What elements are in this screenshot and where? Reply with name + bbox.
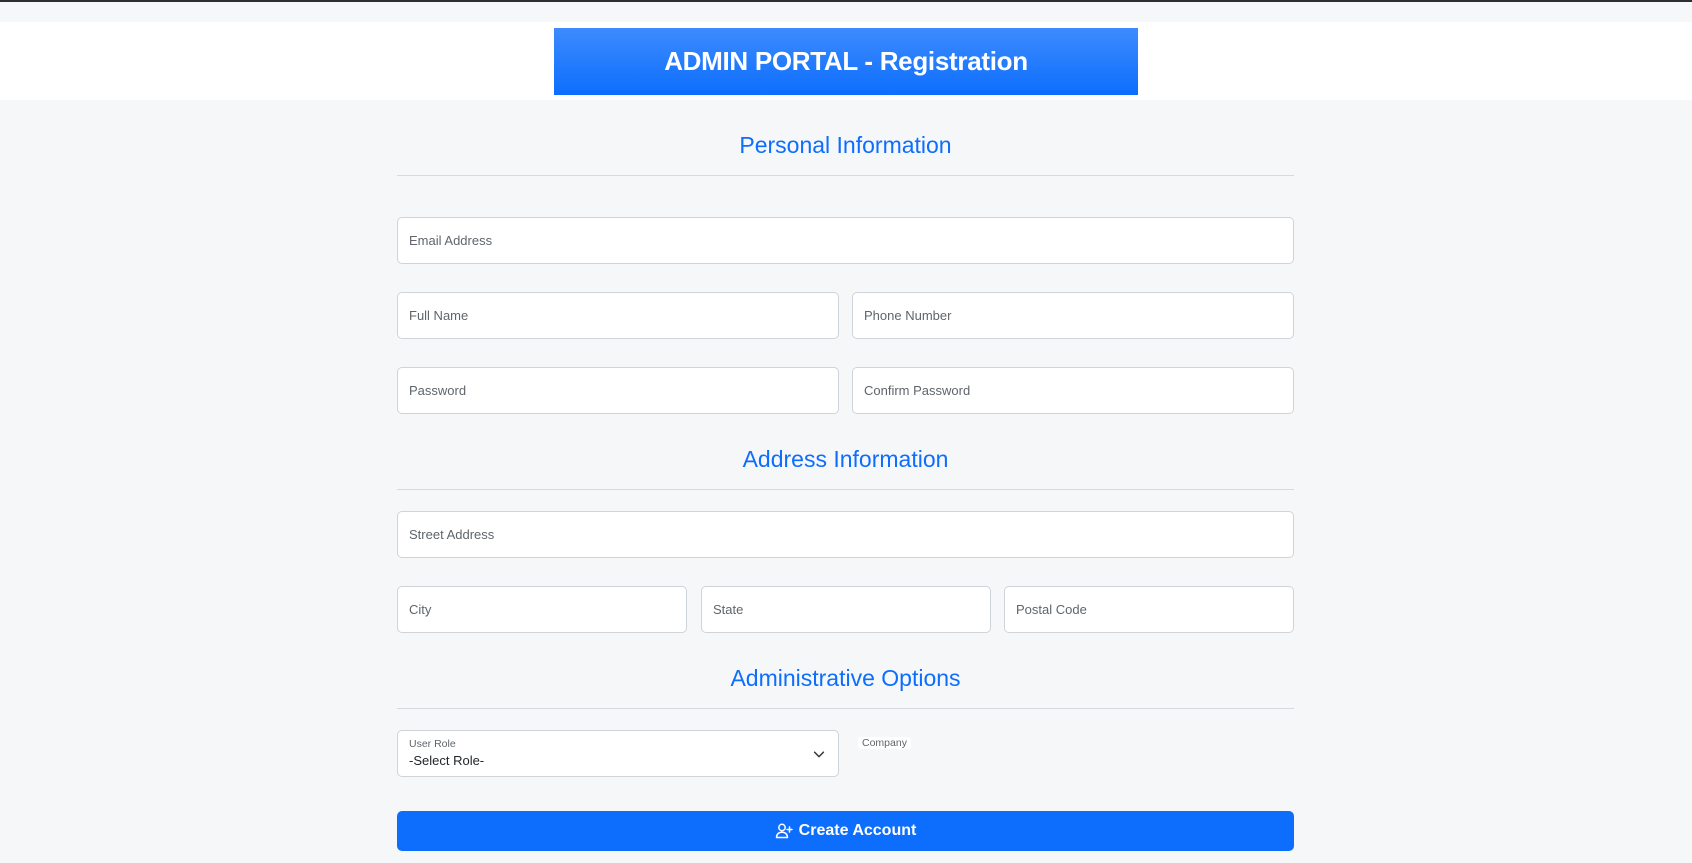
password-field-wrapper [397,367,839,414]
confirm-password-field[interactable] [853,368,1293,413]
window-top-border [0,0,1692,2]
company-field-label: Company [858,737,911,749]
state-field[interactable] [702,587,990,632]
confirm-password-field-wrapper [852,367,1294,414]
section-title-admin: Administrative Options [730,665,961,691]
user-role-selected-value: -Select Role- [409,753,485,768]
create-account-button[interactable]: Create Account [397,811,1294,851]
section-divider-admin [397,708,1294,709]
section-divider-address [397,489,1294,490]
section-title-address: Address Information [742,446,949,472]
full-name-field-wrapper [397,292,839,339]
postal-code-field[interactable] [1005,587,1293,632]
email-field[interactable] [398,218,1293,263]
user-role-select[interactable]: User Role -Select Role- [397,730,839,777]
email-field-wrapper [397,217,1294,264]
section-title-personal: Personal Information [739,132,952,158]
full-name-field[interactable] [398,293,838,338]
section-divider-personal [397,175,1294,176]
page-title: ADMIN PORTAL - Registration [554,28,1138,95]
user-role-label: User Role [409,738,456,750]
city-field[interactable] [398,587,686,632]
city-field-wrapper [397,586,687,633]
street-address-field[interactable] [398,512,1293,557]
create-account-button-label: Create Account [798,822,917,839]
postal-code-field-wrapper [1004,586,1294,633]
chevron-down-icon [812,747,826,761]
state-field-wrapper [701,586,991,633]
phone-number-field[interactable] [853,293,1293,338]
password-field[interactable] [398,368,838,413]
person-add-icon [775,822,793,840]
phone-field-wrapper [852,292,1294,339]
street-address-field-wrapper [397,511,1294,558]
